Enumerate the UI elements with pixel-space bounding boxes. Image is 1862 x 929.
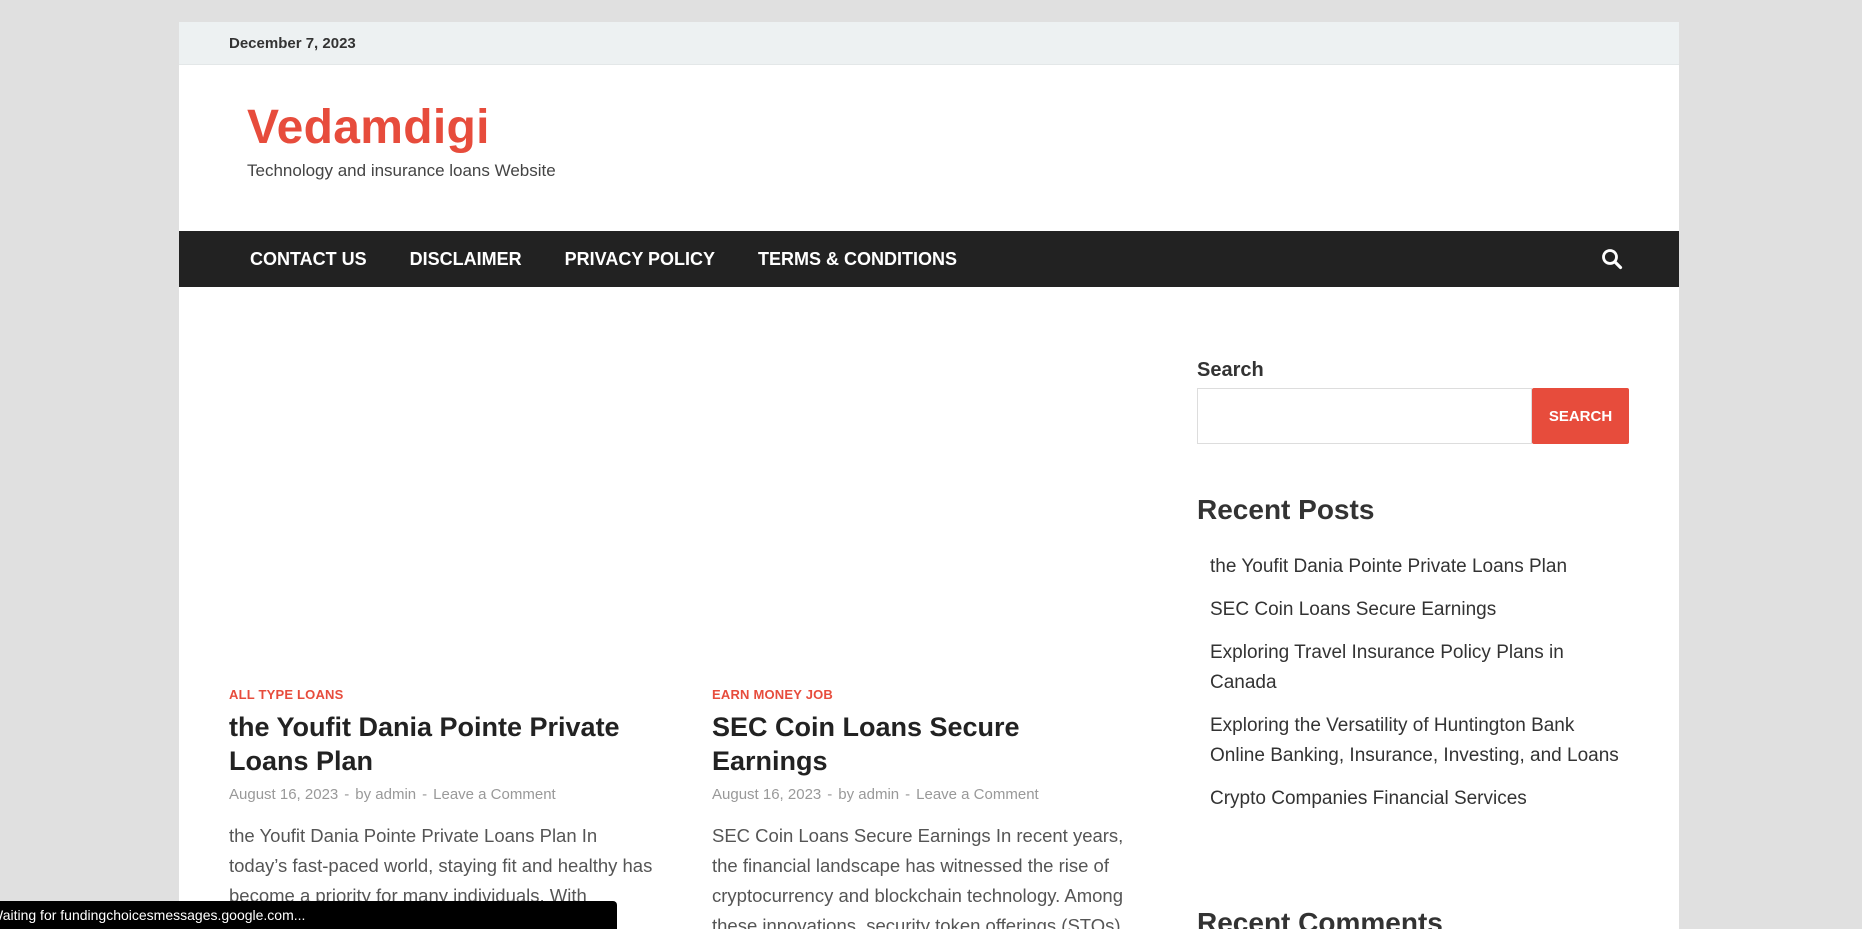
leave-comment-link[interactable]: Leave a Comment <box>916 786 1039 803</box>
status-text: Waiting for fundingchoicesmessages.googl… <box>0 907 306 923</box>
nav-item-privacy-policy[interactable]: PRIVACY POLICY <box>565 249 715 270</box>
main-navigation: CONTACT US DISCLAIMER PRIVACY POLICY TER… <box>179 231 1679 287</box>
site-branding: Vedamdigi Technology and insurance loans… <box>247 101 556 181</box>
recent-comments-heading: Recent Comments <box>1197 907 1443 929</box>
recent-post-link[interactable]: the Youfit Dania Pointe Private Loans Pl… <box>1210 552 1630 582</box>
search-button[interactable]: SEARCH <box>1532 388 1629 444</box>
meta-separator: - <box>827 786 833 803</box>
meta-separator: - <box>344 786 350 803</box>
nav-item-contact-us[interactable]: CONTACT US <box>250 249 367 270</box>
post-date-link[interactable]: August 16, 2023 <box>229 786 338 803</box>
search-form: SEARCH <box>1197 388 1637 444</box>
top-bar: December 7, 2023 <box>179 22 1679 65</box>
post-date-link[interactable]: August 16, 2023 <box>712 786 821 803</box>
meta-separator: - <box>905 786 911 803</box>
search-input[interactable] <box>1197 388 1532 444</box>
post-card: ALL TYPE LOANS the Youfit Dania Pointe P… <box>229 687 659 911</box>
site-title[interactable]: Vedamdigi <box>247 101 556 155</box>
post-meta: August 16, 2023- by admin - Leave a Comment <box>229 786 659 803</box>
post-category-link[interactable]: ALL TYPE LOANS <box>229 687 659 702</box>
search-icon[interactable] <box>1601 248 1623 270</box>
nav-item-disclaimer[interactable]: DISCLAIMER <box>410 249 522 270</box>
recent-post-link[interactable]: Exploring Travel Insurance Policy Plans … <box>1210 638 1630 698</box>
page-container: December 7, 2023 Vedamdigi Technology an… <box>179 22 1679 929</box>
post-title-link[interactable]: SEC Coin Loans Secure Earnings <box>712 710 1142 778</box>
meta-separator: - <box>422 786 428 803</box>
post-excerpt: SEC Coin Loans Secure Earnings In recent… <box>712 825 1124 929</box>
site-tagline: Technology and insurance loans Website <box>247 160 556 180</box>
recent-post-link[interactable]: Exploring the Versatility of Huntington … <box>1210 711 1630 771</box>
nav-item-terms-conditions[interactable]: TERMS & CONDITIONS <box>758 249 957 270</box>
recent-post-link[interactable]: SEC Coin Loans Secure Earnings <box>1210 595 1630 625</box>
post-author-link[interactable]: by admin <box>355 786 416 803</box>
recent-post-link[interactable]: Crypto Companies Financial Services <box>1210 784 1630 814</box>
post-category-link[interactable]: EARN MONEY JOB <box>712 687 1142 702</box>
leave-comment-link[interactable]: Leave a Comment <box>433 786 556 803</box>
recent-posts-heading: Recent Posts <box>1197 494 1375 525</box>
post-meta: August 16, 2023- by admin - Leave a Comment <box>712 786 1142 803</box>
post-card: EARN MONEY JOB SEC Coin Loans Secure Ear… <box>712 687 1142 929</box>
post-title-link[interactable]: the Youfit Dania Pointe Private Loans Pl… <box>229 710 659 778</box>
current-date: December 7, 2023 <box>229 34 356 52</box>
post-author-link[interactable]: by admin <box>838 786 899 803</box>
recent-posts-list: the Youfit Dania Pointe Private Loans Pl… <box>1210 552 1630 814</box>
nav-menu: CONTACT US DISCLAIMER PRIVACY POLICY TER… <box>250 249 1000 270</box>
sidebar: Search SEARCH Recent Posts the Youfit Da… <box>1197 359 1637 827</box>
browser-status-bar: Waiting for fundingchoicesmessages.googl… <box>0 901 617 929</box>
search-widget-label: Search <box>1197 359 1264 381</box>
post-excerpt: the Youfit Dania Pointe Private Loans Pl… <box>229 825 653 906</box>
